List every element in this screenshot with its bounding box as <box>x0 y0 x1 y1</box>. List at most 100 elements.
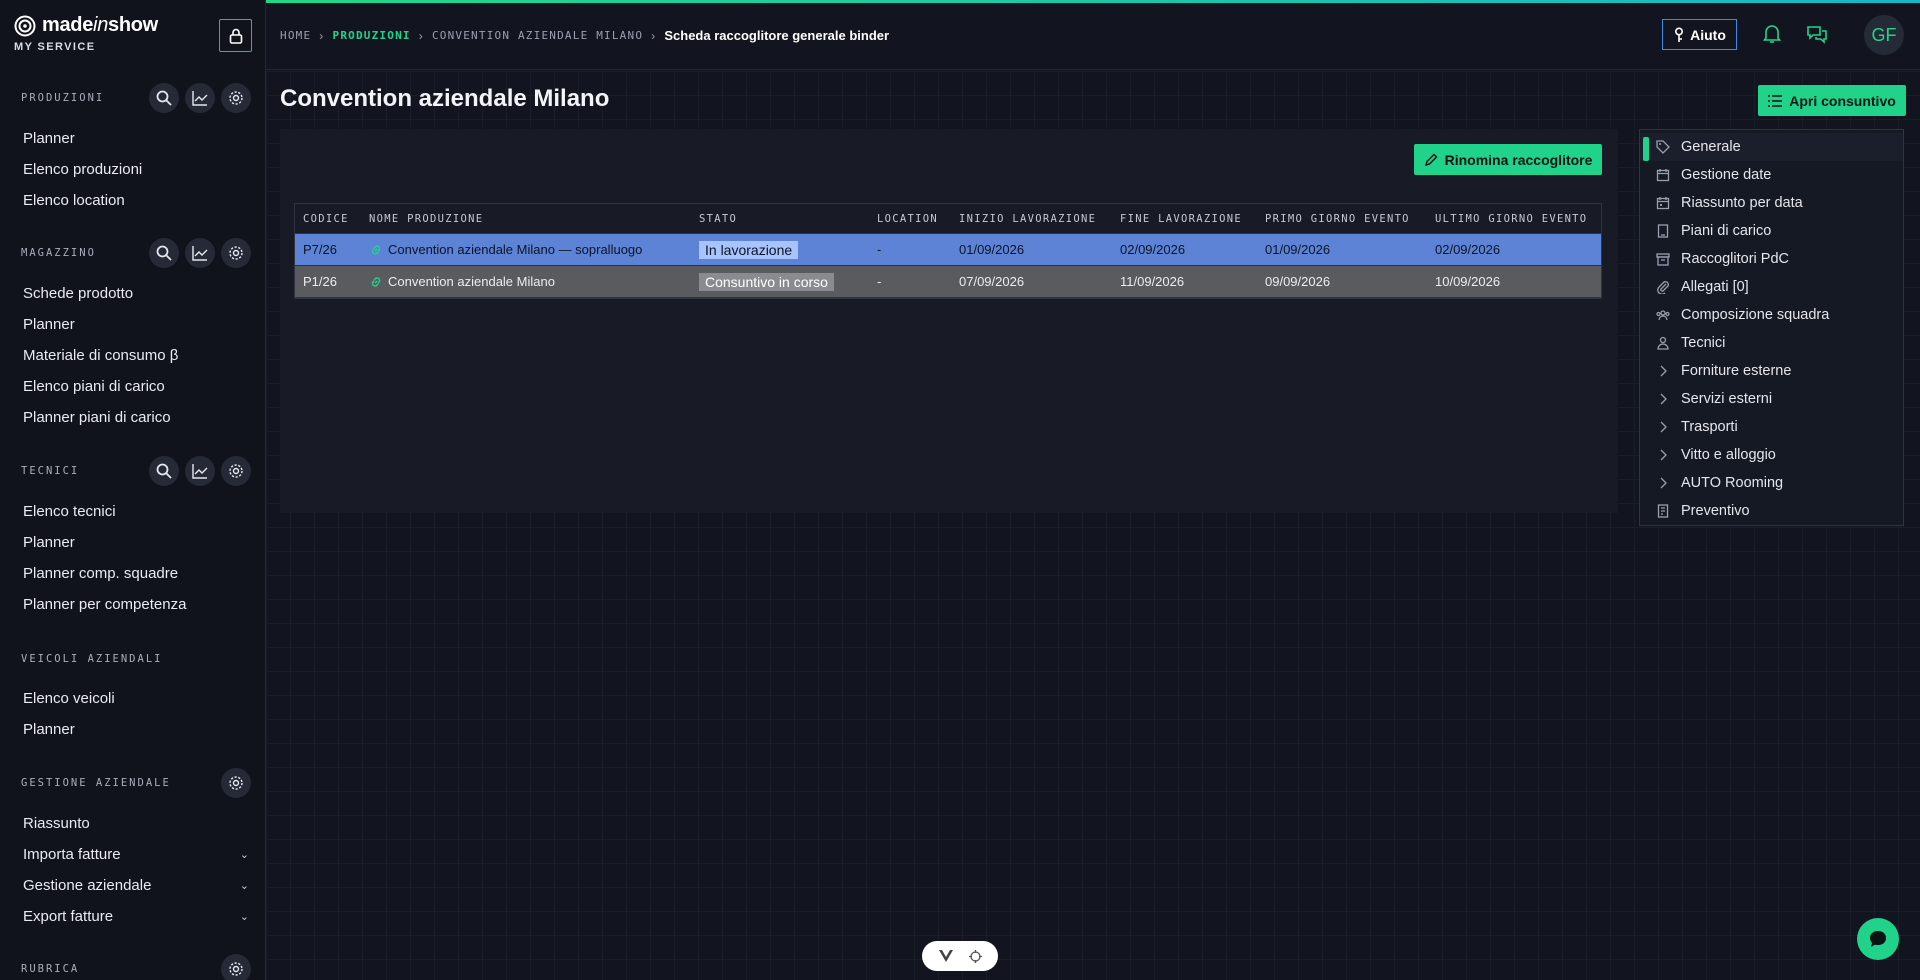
brand-subtitle: MY SERVICE <box>14 41 96 53</box>
sidebar-item-planner-comp-squadre[interactable]: Planner comp. squadre <box>23 565 249 582</box>
section-gestione-aziendale: GESTIONE AZIENDALE <box>21 768 251 798</box>
menu-item-vitto-alloggio[interactable]: Vitto e alloggio <box>1640 441 1903 469</box>
cell-end: 02/09/2026 <box>1120 242 1186 257</box>
settings-button[interactable] <box>221 768 251 798</box>
sidebar-item-planner-tecnici[interactable]: Planner <box>23 534 249 551</box>
notifications-button[interactable] <box>1762 24 1782 49</box>
pencil-icon <box>1424 152 1438 166</box>
menu-item-piani-carico[interactable]: Piani di carico <box>1640 217 1903 245</box>
settings-button[interactable] <box>221 238 251 268</box>
sidebar-item-planner[interactable]: Planner <box>23 130 249 147</box>
calendar-summary-icon <box>1656 197 1670 210</box>
cell-first-day: 09/09/2026 <box>1265 274 1331 289</box>
target-icon[interactable] <box>968 949 982 963</box>
list-icon <box>1768 94 1783 107</box>
section-rubrica: RUBRICA <box>21 954 251 980</box>
sidebar-item-planner-magazzino[interactable]: Planner <box>23 316 249 333</box>
search-icon <box>156 463 172 479</box>
stats-button[interactable] <box>185 238 215 268</box>
column-header[interactable]: NOME PRODUZIONE <box>361 213 691 225</box>
help-button[interactable]: Aiuto <box>1662 19 1737 50</box>
menu-item-preventivo[interactable]: Preventivo <box>1640 497 1903 525</box>
stats-button[interactable] <box>185 456 215 486</box>
sidebar-item-elenco-produzioni[interactable]: Elenco produzioni <box>23 161 249 178</box>
menu-item-servizi-esterni[interactable]: Servizi esterni <box>1640 385 1903 413</box>
sidebar-item-gestione-aziendale[interactable]: Gestione aziendale ⌄ <box>23 877 249 894</box>
link-icon[interactable] <box>369 243 383 257</box>
binder-side-menu: Generale Gestione date Riassunto per dat… <box>1639 129 1904 526</box>
messages-button[interactable] <box>1806 24 1828 49</box>
sidebar-item-importa-fatture[interactable]: Importa fatture ⌄ <box>23 846 249 863</box>
column-header[interactable]: PRIMO GIORNO EVENTO <box>1257 213 1427 225</box>
sidebar-item-materiale-consumo[interactable]: Materiale di consumo β <box>23 347 249 364</box>
sidebar-item-planner-piani-carico[interactable]: Planner piani di carico <box>23 409 249 426</box>
sidebar-item-label: Gestione aziendale <box>23 877 152 894</box>
column-header[interactable]: FINE LAVORAZIONE <box>1112 213 1257 225</box>
chevron-right-icon <box>1660 477 1667 489</box>
menu-item-gestione-date[interactable]: Gestione date <box>1640 161 1903 189</box>
menu-item-forniture-esterne[interactable]: Forniture esterne <box>1640 357 1903 385</box>
sidebar-item-export-fatture[interactable]: Export fatture ⌄ <box>23 908 249 925</box>
menu-item-trasporti[interactable]: Trasporti <box>1640 413 1903 441</box>
menu-item-label: Servizi esterni <box>1681 391 1773 407</box>
chevron-down-icon: ⌄ <box>239 849 249 861</box>
lock-button[interactable] <box>219 19 252 52</box>
settings-button[interactable] <box>221 456 251 486</box>
settings-button[interactable] <box>221 83 251 113</box>
sidebar-item-planner-veicoli[interactable]: Planner <box>23 721 249 738</box>
menu-item-composizione-squadra[interactable]: Composizione squadra <box>1640 301 1903 329</box>
table-row[interactable]: P1/26 Convention aziendale Milano Consun… <box>295 266 1601 298</box>
search-button[interactable] <box>149 456 179 486</box>
status-badge: Consuntivo in corso <box>699 272 834 291</box>
search-button[interactable] <box>149 238 179 268</box>
breadcrumb-production[interactable]: CONVENTION AZIENDALE MILANO <box>432 29 643 42</box>
devtools-pill[interactable] <box>922 941 998 971</box>
menu-item-allegati[interactable]: Allegati [0] <box>1640 273 1903 301</box>
menu-item-riassunto-data[interactable]: Riassunto per data <box>1640 189 1903 217</box>
sidebar-item-planner-competenza[interactable]: Planner per competenza <box>23 596 249 613</box>
sidebar-item-elenco-tecnici[interactable]: Elenco tecnici <box>23 503 249 520</box>
cell-status: In lavorazione <box>691 240 869 259</box>
sidebar-item-elenco-location[interactable]: Elenco location <box>23 192 249 209</box>
gear-icon <box>229 464 243 478</box>
menu-item-raccoglitori-pdc[interactable]: Raccoglitori PdC <box>1640 245 1903 273</box>
link-icon[interactable] <box>369 275 383 289</box>
column-header[interactable]: STATO <box>691 213 869 225</box>
brand-logo[interactable]: madeinshow MY SERVICE <box>14 14 158 53</box>
sidebar-item-schede-prodotto[interactable]: Schede prodotto <box>23 285 249 302</box>
bell-icon <box>1762 25 1782 43</box>
menu-item-auto-rooming[interactable]: AUTO Rooming <box>1640 469 1903 497</box>
menu-item-tecnici[interactable]: Tecnici <box>1640 329 1903 357</box>
menu-item-label: Gestione date <box>1681 167 1772 183</box>
menu-item-label: Tecnici <box>1681 335 1726 351</box>
key-icon <box>1675 26 1684 42</box>
rename-binder-button[interactable]: Rinomina raccoglitore <box>1414 144 1602 175</box>
menu-item-generale[interactable]: Generale <box>1640 133 1903 161</box>
status-badge: In lavorazione <box>699 240 799 259</box>
column-header[interactable]: LOCATION <box>869 213 951 225</box>
sidebar-item-elenco-veicoli[interactable]: Elenco veicoli <box>23 690 249 707</box>
settings-button[interactable] <box>221 954 251 980</box>
avatar[interactable]: GF <box>1864 15 1904 55</box>
stats-button[interactable] <box>185 83 215 113</box>
paperclip-icon <box>1657 281 1669 294</box>
gear-icon <box>229 91 243 105</box>
support-chat-button[interactable] <box>1857 918 1899 960</box>
open-consuntivo-button[interactable]: Apri consuntivo <box>1758 85 1906 116</box>
breadcrumb-produzioni[interactable]: PRODUZIONI <box>333 29 411 42</box>
sidebar-item-riassunto[interactable]: Riassunto <box>23 815 249 832</box>
cell-status: Consuntivo in corso <box>691 272 869 291</box>
sidebar-item-elenco-piani-carico[interactable]: Elenco piani di carico <box>23 378 249 395</box>
column-header[interactable]: CODICE <box>295 213 361 225</box>
menu-item-label: Trasporti <box>1681 419 1738 435</box>
sidebar-item-label: Export fatture <box>23 908 114 925</box>
section-produzioni: PRODUZIONI <box>21 83 251 113</box>
vue-logo-icon[interactable] <box>938 950 953 962</box>
breadcrumb-home[interactable]: HOME <box>280 29 311 42</box>
chevron-down-icon: ⌄ <box>239 911 249 923</box>
column-header[interactable]: ULTIMO GIORNO EVENTO <box>1427 213 1597 225</box>
brand-name: madeinshow <box>42 14 158 36</box>
table-row[interactable]: P7/26 Convention aziendale Milano — sopr… <box>295 234 1601 266</box>
column-header[interactable]: INIZIO LAVORAZIONE <box>951 213 1112 225</box>
search-button[interactable] <box>149 83 179 113</box>
